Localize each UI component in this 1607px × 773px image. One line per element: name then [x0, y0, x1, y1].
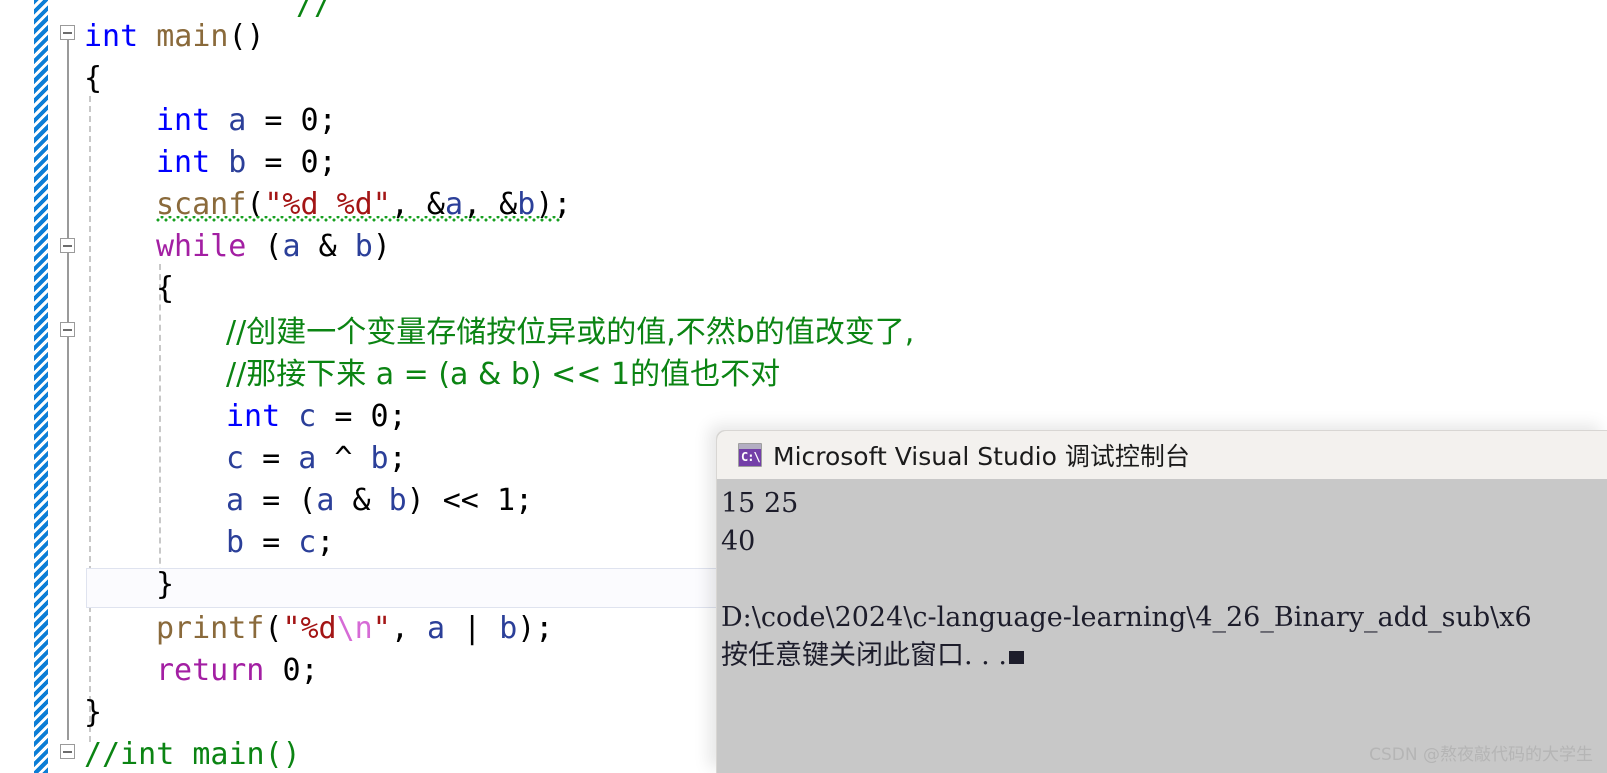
code-token-punct: ;	[300, 653, 319, 688]
code-token-var: a	[282, 229, 319, 264]
code-token-punct: =	[264, 103, 301, 138]
csdn-watermark: CSDN @熬夜敲代码的大学生	[1369, 745, 1593, 765]
code-line[interactable]: //创建一个变量存储按位异或的值,不然b的值改变了,	[0, 312, 914, 354]
code-token-punct: {	[156, 271, 175, 306]
code-line[interactable]: int main()	[0, 16, 265, 58]
code-token-var: c	[298, 525, 317, 560]
code-token-punct: |	[463, 611, 500, 646]
code-line[interactable]: int c = 0;	[0, 396, 407, 438]
code-token-punct: ;	[388, 441, 407, 476]
code-token-var: b	[388, 483, 407, 518]
code-token-ctrl: while	[156, 229, 265, 264]
console-line-container: 15 25 40 D:\code\2024\c-language-learning\…	[721, 485, 1607, 675]
code-token-cmt: //那接下来 a = (a & b) << 1的值也不对	[226, 357, 781, 392]
console-window-icon: C:\	[738, 443, 762, 467]
code-token-var: c	[226, 441, 263, 476]
code-line[interactable]: }	[0, 564, 174, 606]
code-token-var: a	[316, 483, 353, 518]
console-cursor	[1008, 651, 1024, 664]
code-token-var: b	[354, 229, 373, 264]
code-token-ctrl: return	[156, 653, 283, 688]
code-line[interactable]: while (a & b)	[0, 226, 391, 268]
code-line[interactable]: //int main()	[0, 734, 301, 773]
code-line[interactable]: }	[0, 692, 102, 734]
code-line[interactable]: printf("%d\n", a | b);	[0, 608, 553, 650]
code-line[interactable]: b = c;	[0, 522, 334, 564]
code-token-cmt: //创建一个变量存储按位异或的值,不然b的值改变了,	[226, 315, 915, 350]
code-token-punct: =	[262, 525, 299, 560]
console-output-line: 15 25	[721, 488, 799, 519]
code-token-var: a	[226, 483, 263, 518]
code-line[interactable]: //那接下来 a = (a & b) << 1的值也不对	[0, 354, 780, 396]
code-token-punct: ;	[318, 103, 337, 138]
code-token-var: c	[298, 399, 335, 434]
code-token-str: "%d	[282, 611, 337, 646]
code-line[interactable]: c = a ^ b;	[0, 438, 407, 480]
code-token-kw: int	[156, 145, 229, 180]
code-token-punct: &	[352, 483, 389, 518]
code-token-str: "	[372, 611, 391, 646]
code-token-punct: )	[372, 229, 391, 264]
code-token-punct: ;	[388, 399, 407, 434]
console-output-line: 40	[721, 526, 756, 557]
code-token-fn: printf	[156, 611, 265, 646]
code-token-kw: int	[226, 399, 299, 434]
code-token-punct: {	[84, 61, 103, 96]
code-token-punct: ()	[228, 19, 265, 54]
code-token-kw: int	[84, 19, 157, 54]
code-token-cmt: //	[296, 0, 333, 22]
code-token-esc: \n	[336, 611, 373, 646]
debug-console-window[interactable]: C:\ Microsoft Visual Studio 调试控制台 15 25 4…	[716, 430, 1607, 773]
code-token-punct: ;	[515, 483, 534, 518]
code-line[interactable]: {	[0, 58, 102, 100]
code-token-punct: );	[517, 611, 554, 646]
code-token-punct: =	[334, 399, 371, 434]
code-token-punct: }	[156, 567, 175, 602]
console-title-bar[interactable]: C:\ Microsoft Visual Studio 调试控制台	[717, 431, 1607, 479]
code-token-var: a	[426, 611, 464, 646]
code-token-punct: =	[264, 145, 301, 180]
code-token-punct: (	[264, 611, 283, 646]
code-line[interactable]: return 0;	[0, 650, 319, 692]
console-output-line: 按任意键关闭此窗口. . .	[721, 637, 1607, 675]
code-line[interactable]: a = (a & b) << 1;	[0, 480, 533, 522]
code-token-punct: ,	[390, 611, 427, 646]
code-token-punct: ) <<	[406, 483, 497, 518]
code-token-kw: int	[156, 103, 229, 138]
code-token-var: b	[499, 611, 518, 646]
code-token-punct: }	[84, 695, 103, 730]
code-token-punct: =	[262, 441, 299, 476]
code-token-punct: = (	[262, 483, 317, 518]
code-token-var: b	[228, 145, 265, 180]
code-token-num: 0	[282, 653, 301, 688]
code-token-var: a	[228, 103, 265, 138]
console-output-area[interactable]: 15 25 40 D:\code\2024\c-language-learning\…	[717, 479, 1607, 773]
code-token-punct: ;	[318, 145, 337, 180]
code-token-num: 0	[370, 399, 389, 434]
code-line[interactable]: int b = 0;	[0, 142, 337, 184]
console-title-label: Microsoft Visual Studio 调试控制台	[773, 442, 1190, 471]
code-line[interactable]: int a = 0;	[0, 100, 337, 142]
console-output-line: D:\code\2024\c-language-learning\4_26_Bi…	[721, 602, 1532, 633]
code-line[interactable]: {	[0, 268, 174, 310]
console-icon-prompt-glyph: C:\	[741, 450, 761, 464]
code-token-fn: main	[156, 19, 229, 54]
code-token-punct: ^	[334, 441, 371, 476]
error-squiggle-underline	[156, 216, 560, 222]
code-token-var: b	[370, 441, 389, 476]
code-token-cmt: //int main()	[84, 737, 301, 772]
code-token-punct: (	[264, 229, 283, 264]
code-token-punct: ;	[316, 525, 335, 560]
code-token-var: a	[298, 441, 335, 476]
code-token-var: b	[226, 525, 263, 560]
code-token-num: 0	[300, 103, 319, 138]
code-token-num: 0	[300, 145, 319, 180]
code-token-num: 1	[496, 483, 515, 518]
code-token-punct: &	[318, 229, 355, 264]
screenshot-root: //int main(){int a = 0; int b = 0; scanf("…	[0, 0, 1607, 773]
